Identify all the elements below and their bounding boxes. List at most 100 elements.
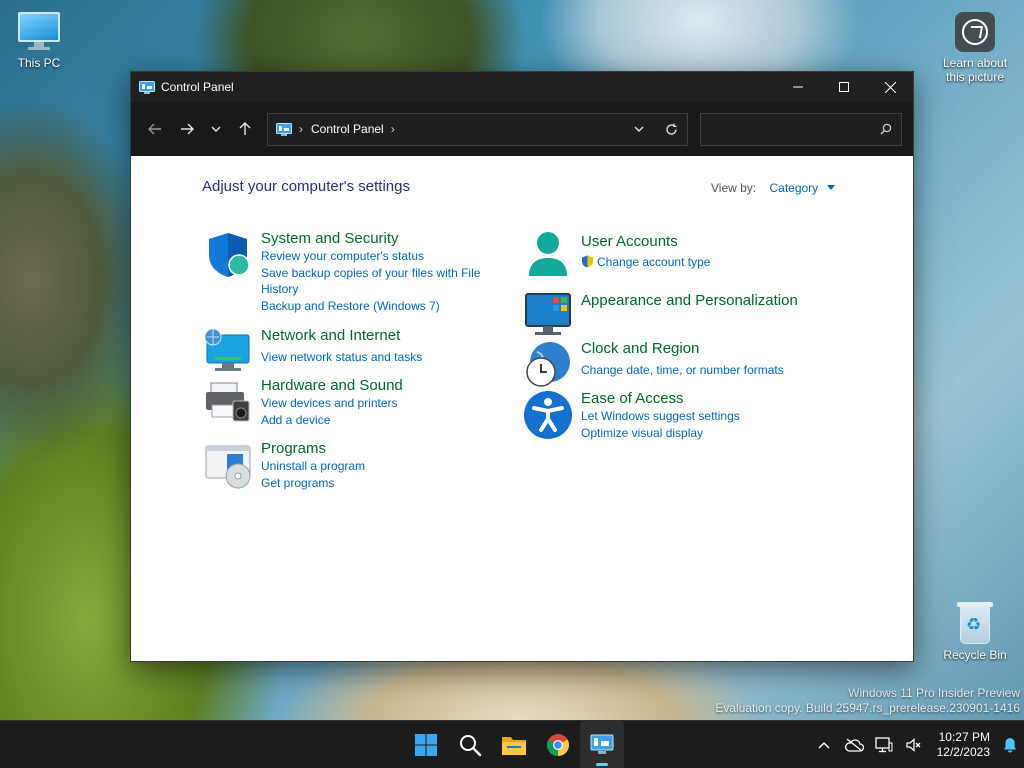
address-bar[interactable]: › Control Panel › <box>267 112 688 146</box>
link-uninstall-program[interactable]: Uninstall a program <box>261 458 365 475</box>
minimize-icon <box>793 86 803 88</box>
view-by-dropdown[interactable]: Category <box>769 181 818 195</box>
category-clock-region: Clock and Region Change date, time, or n… <box>523 340 843 390</box>
chrome-button[interactable] <box>536 721 580 768</box>
navigation-bar: › Control Panel › <box>131 102 913 156</box>
control-panel-icon <box>139 80 155 94</box>
view-by-label: View by: <box>711 181 757 195</box>
breadcrumb-control-panel[interactable]: Control Panel <box>311 122 384 136</box>
link-change-account-type[interactable]: Change account type <box>597 255 710 269</box>
speaker-muted-icon <box>906 738 921 752</box>
file-explorer-button[interactable] <box>492 721 536 768</box>
link-change-account-type-row[interactable]: Change account type <box>581 254 710 271</box>
uac-shield-icon <box>582 255 593 268</box>
show-hidden-icons-button[interactable] <box>809 721 839 768</box>
address-dropdown-button[interactable] <box>623 113 655 145</box>
forward-button[interactable] <box>171 113 203 145</box>
title-bar[interactable]: Control Panel <box>131 72 913 102</box>
category-programs: Programs Uninstall a program Get program… <box>203 440 493 491</box>
link-review-status[interactable]: Review your computer's status <box>261 248 493 265</box>
link-network-status[interactable]: View network status and tasks <box>261 349 422 366</box>
shield-security-icon <box>209 233 250 277</box>
evaluation-watermark: Windows 11 Pro Insider Preview Evaluatio… <box>715 686 1020 716</box>
category-title-network-internet[interactable]: Network and Internet <box>261 327 422 345</box>
control-panel-taskbar-button[interactable] <box>580 721 624 768</box>
desktop-icon-learn-about-picture[interactable]: Learn about this picture <box>935 12 1015 84</box>
search-box[interactable] <box>700 112 902 146</box>
search-button[interactable] <box>871 123 901 135</box>
back-button[interactable] <box>139 113 171 145</box>
link-get-programs[interactable]: Get programs <box>261 475 365 492</box>
category-title-hardware-sound[interactable]: Hardware and Sound <box>261 377 403 395</box>
taskbar-clock[interactable]: 10:27 PM 12/2/2023 <box>937 730 990 760</box>
link-suggest-settings[interactable]: Let Windows suggest settings <box>581 408 740 425</box>
bell-icon <box>1004 738 1016 753</box>
page-heading: Adjust your computer's settings <box>202 178 410 195</box>
link-backup-restore[interactable]: Backup and Restore (Windows 7) <box>261 298 493 315</box>
control-panel-icon <box>276 122 292 136</box>
desktop-icon-this-pc[interactable]: This PC <box>0 12 79 70</box>
up-button[interactable] <box>229 113 261 145</box>
accessibility-icon <box>524 391 572 439</box>
forward-arrow-icon <box>181 123 194 135</box>
category-title-ease-of-access[interactable]: Ease of Access <box>581 390 740 408</box>
refresh-button[interactable] <box>655 113 687 145</box>
category-title-user-accounts[interactable]: User Accounts <box>581 233 710 251</box>
desktop-icon-recycle-bin[interactable]: ♻ Recycle Bin <box>935 600 1015 662</box>
breadcrumb-separator-icon[interactable]: › <box>391 122 395 136</box>
search-icon <box>880 123 892 135</box>
category-title-clock-region[interactable]: Clock and Region <box>581 340 784 358</box>
clock-globe-icon <box>526 342 570 387</box>
link-file-history[interactable]: Save backup copies of your files with Fi… <box>261 265 493 298</box>
search-input[interactable] <box>701 113 871 145</box>
notifications-button[interactable] <box>996 721 1024 768</box>
category-system-security: System and Security Review your computer… <box>203 230 493 314</box>
chrome-icon <box>547 734 569 756</box>
category-user-accounts: User Accounts Change account type <box>523 230 843 280</box>
control-panel-window: Control Panel › Control Panel › Adjust y… <box>130 71 914 662</box>
start-icon <box>415 734 437 756</box>
network-globe-icon <box>204 328 250 371</box>
caret-down-icon[interactable] <box>826 185 835 190</box>
start-button[interactable] <box>404 721 448 768</box>
watermark-line-1: Windows 11 Pro Insider Preview <box>848 686 1020 700</box>
view-by-control: View by: Category <box>711 181 835 195</box>
category-title-programs[interactable]: Programs <box>261 440 365 458</box>
minimize-button[interactable] <box>775 72 821 102</box>
category-ease-of-access: Ease of Access Let Windows suggest setti… <box>523 390 843 441</box>
clock-date: 12/2/2023 <box>936 745 990 759</box>
file-explorer-icon <box>502 737 526 755</box>
volume-button[interactable] <box>899 721 929 768</box>
printer-icon <box>206 382 250 422</box>
chevron-up-icon <box>818 741 830 749</box>
clock-time: 10:27 PM <box>938 730 990 744</box>
close-icon <box>884 81 896 93</box>
category-hardware-sound: Hardware and Sound View devices and prin… <box>203 377 493 428</box>
close-button[interactable] <box>867 72 913 102</box>
cloud-offline-icon <box>844 738 864 752</box>
link-change-formats[interactable]: Change date, time, or number formats <box>581 362 784 379</box>
breadcrumb-separator-icon[interactable]: › <box>299 122 303 136</box>
control-panel-icon <box>590 734 614 754</box>
taskbar-search-button[interactable] <box>448 721 492 768</box>
link-devices-printers[interactable]: View devices and printers <box>261 395 403 412</box>
maximize-button[interactable] <box>821 72 867 102</box>
network-button[interactable] <box>869 721 899 768</box>
watermark-line-2: Evaluation copy. Build 25947.rs_prerelea… <box>715 701 1020 715</box>
category-title-system-security[interactable]: System and Security <box>261 230 493 248</box>
recycle-bin-icon: ♻ <box>957 600 993 644</box>
onedrive-button[interactable] <box>839 721 869 768</box>
link-optimize-display[interactable]: Optimize visual display <box>581 425 740 442</box>
desktop-icon-label: Recycle Bin <box>943 648 1007 662</box>
back-arrow-icon <box>148 123 161 135</box>
system-tray: 10:27 PM 12/2/2023 <box>809 721 1024 768</box>
recent-locations-button[interactable] <box>203 113 229 145</box>
appearance-monitor-icon <box>525 293 571 335</box>
refresh-icon <box>665 123 677 135</box>
search-icon <box>460 735 482 757</box>
taskbar: 10:27 PM 12/2/2023 <box>0 720 1024 768</box>
link-add-device[interactable]: Add a device <box>261 412 403 429</box>
learn-about-picture-icon <box>955 12 995 52</box>
desktop-icon-label: This PC <box>17 56 61 70</box>
category-title-appearance[interactable]: Appearance and Personalization <box>581 292 798 310</box>
